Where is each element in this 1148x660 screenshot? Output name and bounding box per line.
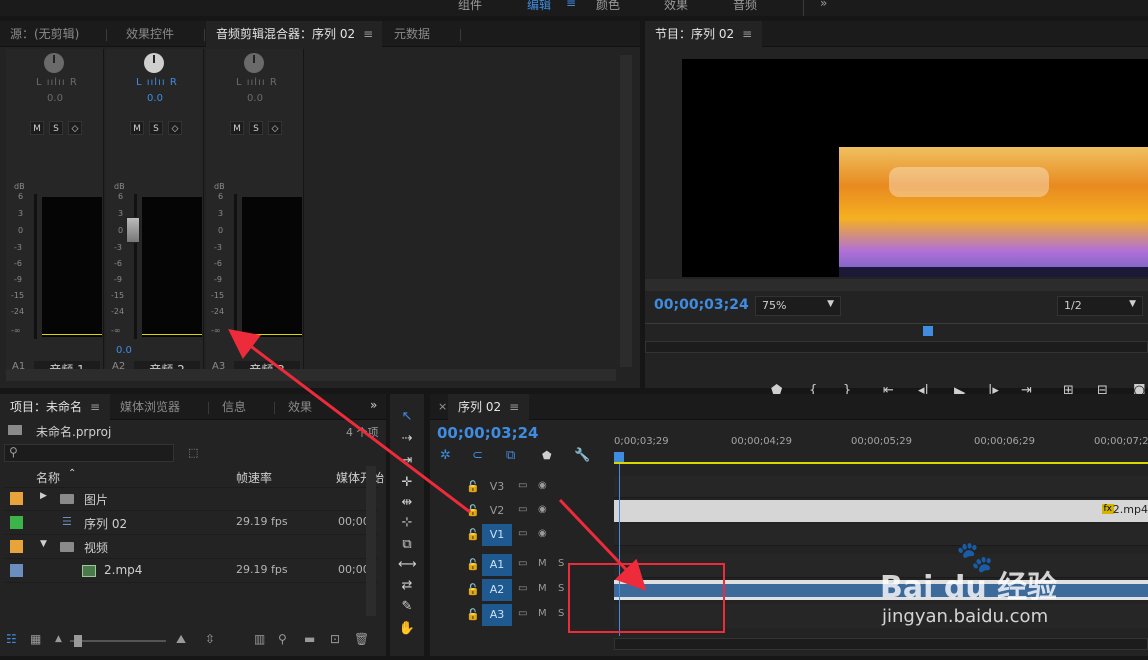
watermark-brand: Bai du 经验 — [880, 570, 1058, 605]
baidu-watermark: 🐾 Bai du 经验 jingyan.baidu.com — [880, 540, 1120, 640]
annotation-box — [568, 563, 725, 633]
watermark-url: jingyan.baidu.com — [882, 606, 1049, 627]
